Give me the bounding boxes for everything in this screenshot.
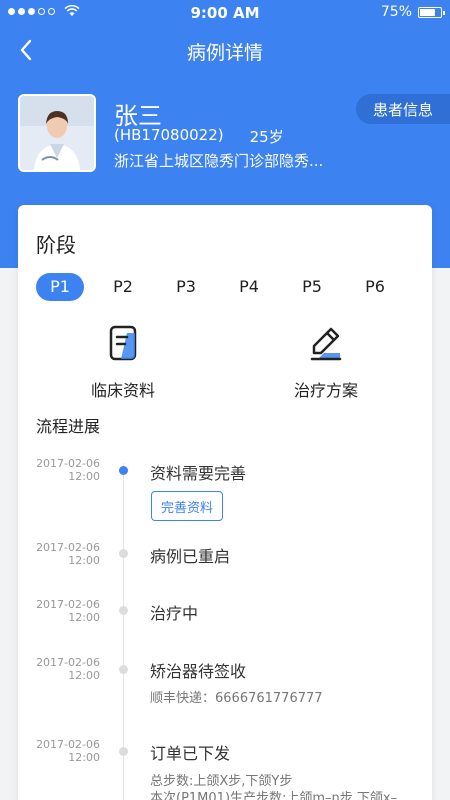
timeline-text: 病例已重启 (150, 547, 231, 566)
timeline-time: 12:00 (68, 669, 100, 682)
phase-tabs: P1 P2 P3 P4 P5 P6 (36, 273, 414, 303)
status-bar: 9:00 AM 75% (0, 0, 450, 26)
treatment-plan-button[interactable]: 治疗方案 (266, 323, 386, 401)
progress-title: 流程进展 (36, 417, 101, 436)
timeline-time: 12:00 (68, 554, 100, 567)
treatment-plan-label: 治疗方案 (293, 381, 358, 400)
patient-address: 浙江省上城区隐秀门诊部隐秀... (114, 152, 324, 170)
patient-info-button[interactable]: 患者信息 (356, 94, 450, 124)
timeline-dot-active (119, 466, 128, 475)
edit-icon (310, 327, 342, 361)
patient-id: (HB17080022) (114, 126, 224, 144)
timeline-dot (119, 747, 128, 756)
timeline-date: 2017-02-06 (36, 738, 100, 751)
timeline-dot (119, 665, 128, 674)
tab-p6[interactable]: P6 (351, 273, 399, 301)
clinical-data-label: 临床资料 (90, 381, 155, 400)
timeline-time: 12:00 (68, 611, 100, 624)
timeline-text: 资料需要完善 (150, 464, 247, 483)
avatar (18, 94, 96, 172)
timeline-date: 2017-02-06 (36, 656, 100, 669)
patient-age: 25岁 (249, 128, 284, 146)
timeline-dot (119, 549, 128, 558)
timeline-subtext: 顺丰快递：6666761776777 (150, 691, 323, 706)
timeline-dot (119, 606, 128, 615)
timeline-text: 订单已下发 (150, 744, 231, 763)
complete-data-button[interactable]: 完善资料 (151, 491, 223, 521)
tab-p4[interactable]: P4 (225, 273, 273, 301)
nav-bar: 病例详情 (0, 26, 450, 74)
tab-p5[interactable]: P5 (288, 273, 336, 301)
timeline-text: 治疗中 (150, 604, 199, 623)
doctor-photo (20, 96, 94, 170)
timeline-date: 2017-02-06 (36, 457, 100, 470)
battery-percent: 75% (380, 4, 412, 20)
tab-p1[interactable]: P1 (36, 273, 84, 301)
timeline-date: 2017-02-06 (36, 541, 100, 554)
tab-p2[interactable]: P2 (99, 273, 147, 301)
main-card: 阶段 P1 P2 P3 P4 P5 P6 临床资料 治疗方案 流程进展 2017… (18, 205, 432, 800)
document-icon (109, 325, 137, 361)
timeline-date: 2017-02-06 (36, 598, 100, 611)
stage-title: 阶段 (36, 233, 76, 257)
battery-icon (418, 6, 445, 18)
timeline-time: 12:00 (68, 751, 100, 764)
clinical-data-button[interactable]: 临床资料 (63, 323, 183, 401)
page-title: 病例详情 (186, 42, 263, 64)
tab-p3[interactable]: P3 (162, 273, 210, 301)
timeline-text: 矫治器待签收 (150, 662, 247, 681)
timeline-time: 12:00 (68, 470, 100, 483)
timeline-subtext: 本次(P1M01)生产步数:上颌m–n步,下颌x– (150, 791, 398, 800)
